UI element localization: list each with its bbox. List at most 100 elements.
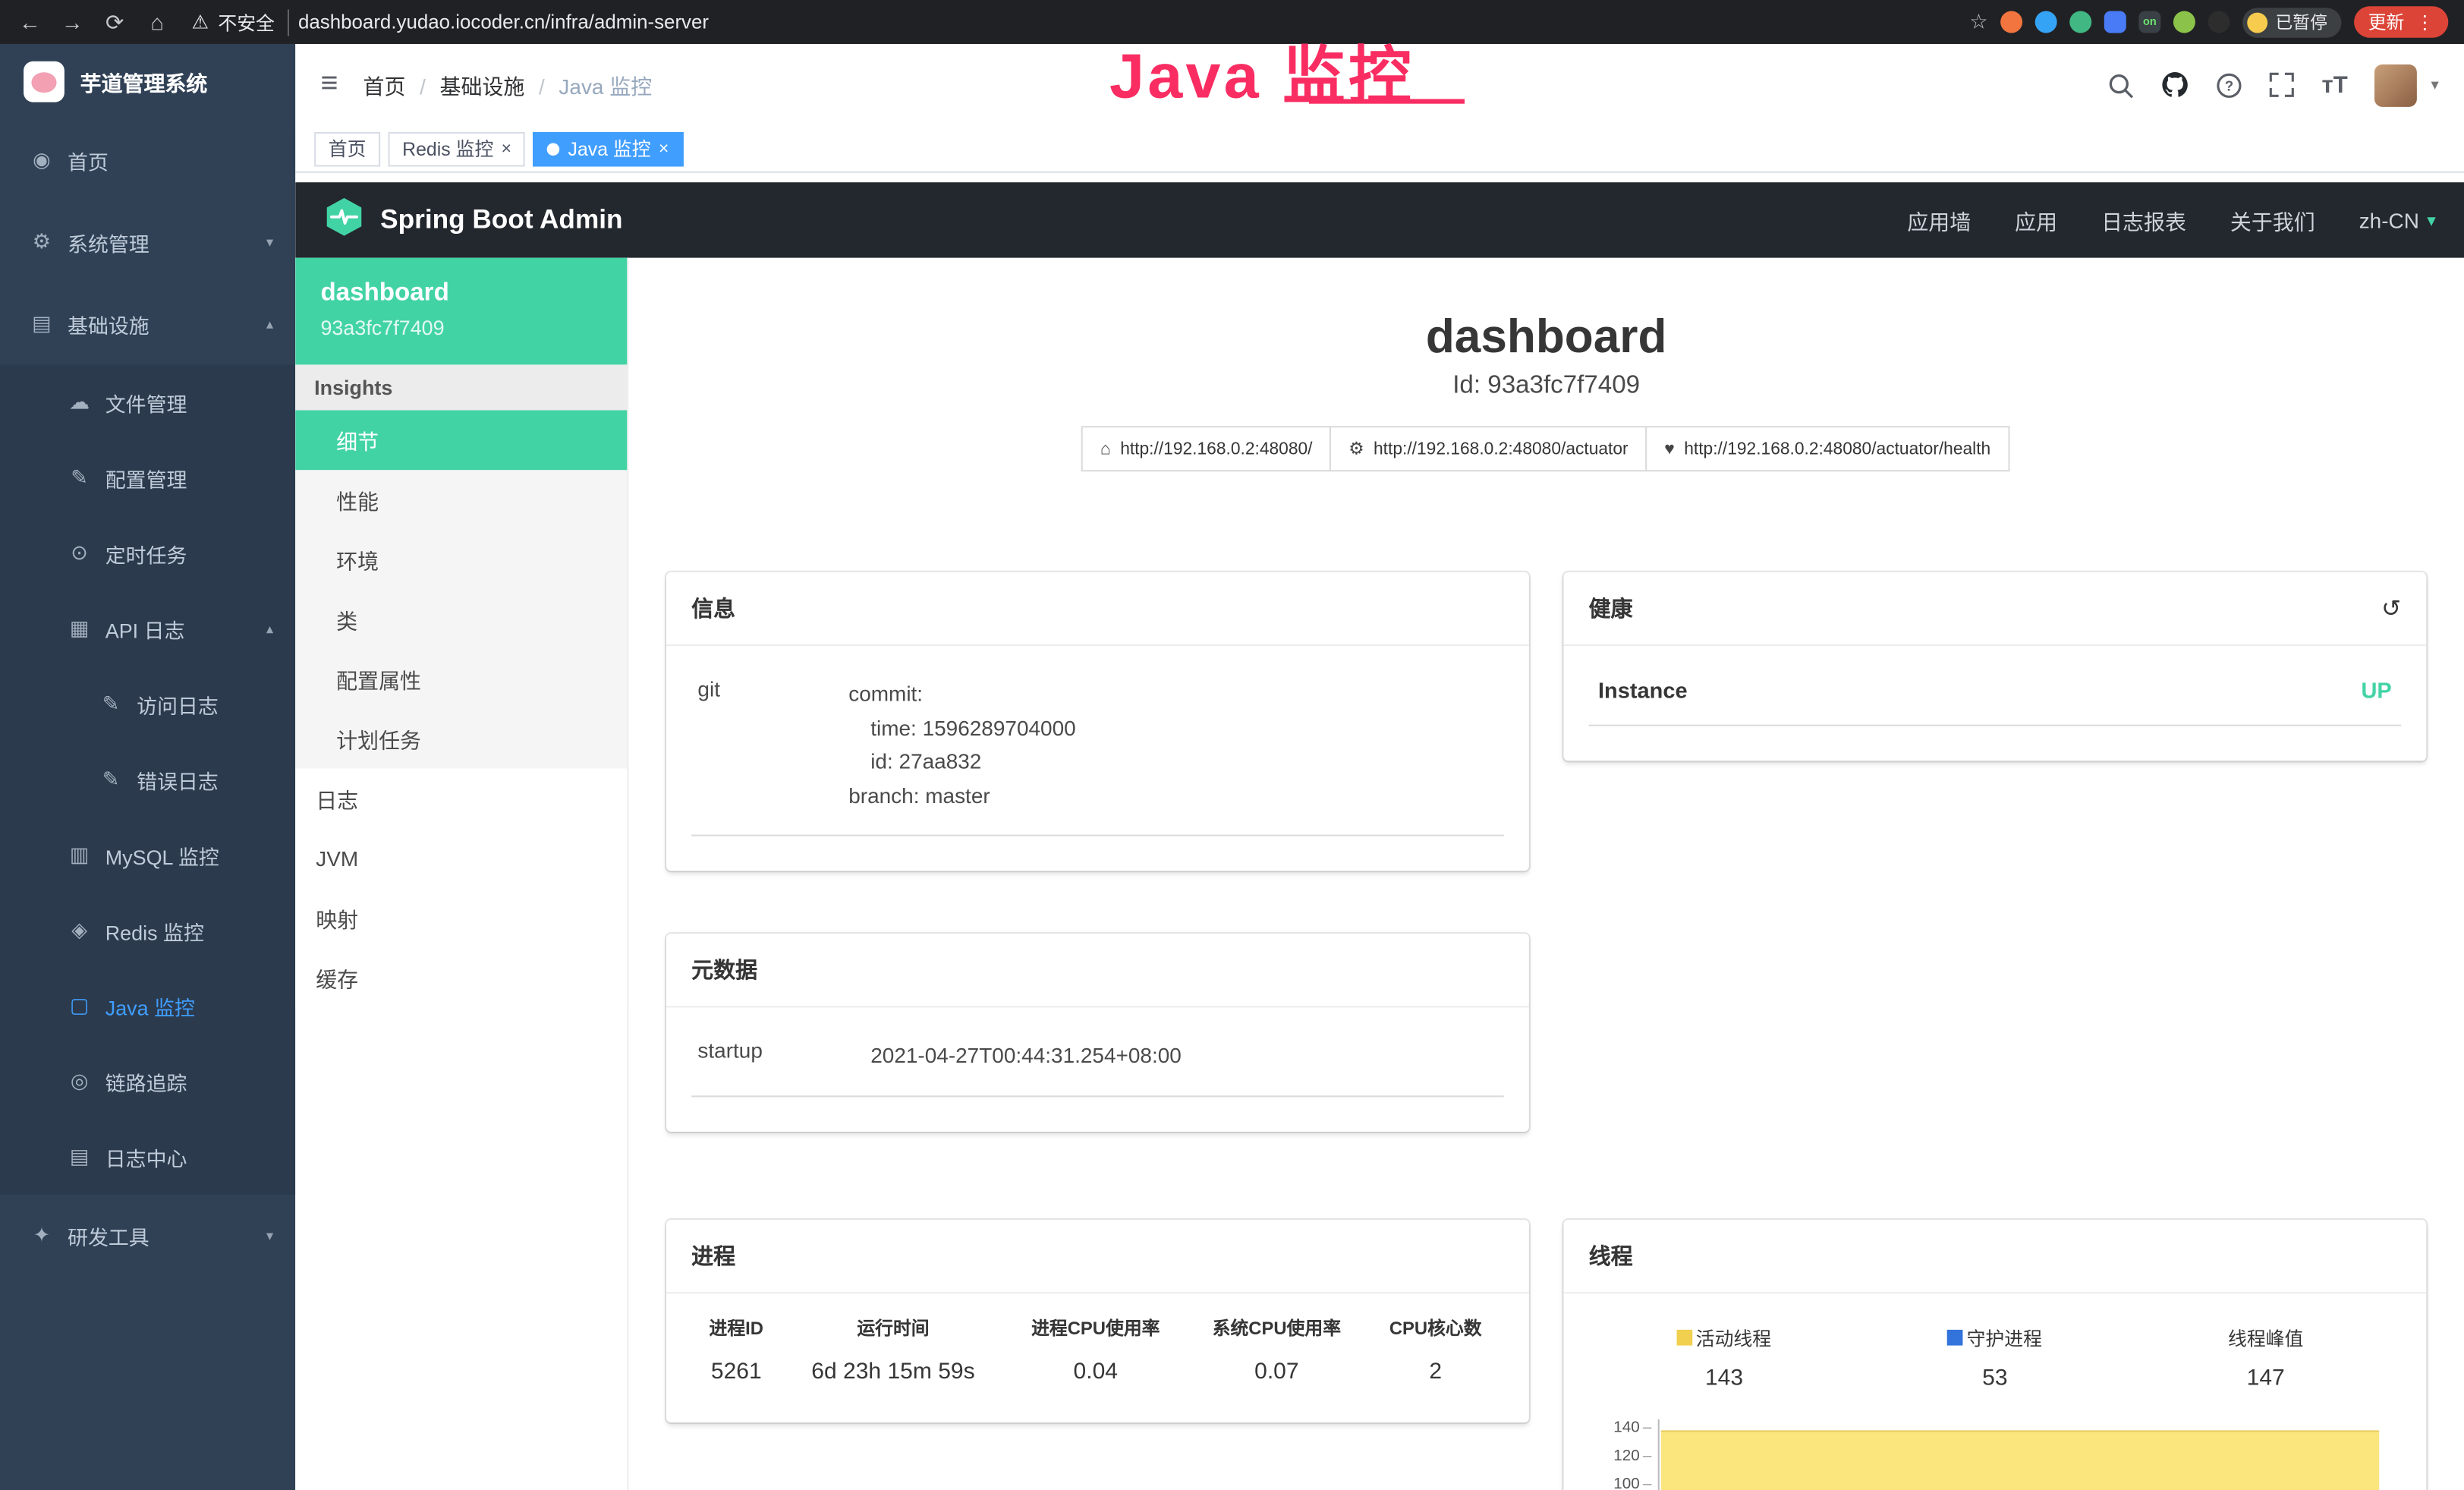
- sidebar-item-mysql-monitor[interactable]: ▥ MySQL 监控: [0, 817, 295, 893]
- instance-service-url[interactable]: ⌂ http://192.168.0.2:48080/: [1081, 426, 1331, 471]
- sidebar-item-home[interactable]: ◉ 首页: [0, 119, 295, 201]
- process-value-cores: 2: [1367, 1350, 1504, 1388]
- link-label: http://192.168.0.2:48080/actuator: [1374, 439, 1629, 458]
- cloud-icon: ☁: [68, 390, 91, 415]
- sidebar-item-redis-monitor[interactable]: ◈ Redis 监控: [0, 893, 295, 968]
- sba-link-wallboard[interactable]: 应用墙: [1907, 204, 1971, 235]
- extension-icon[interactable]: [2208, 11, 2230, 33]
- instance-health-url[interactable]: ♥ http://192.168.0.2:48080/actuator/heal…: [1645, 426, 2009, 471]
- chevron-down-icon[interactable]: ▾: [2431, 76, 2438, 93]
- link-label: http://192.168.0.2:48080/: [1120, 439, 1312, 458]
- sba-link-applications[interactable]: 应用: [2015, 204, 2057, 235]
- sba-instance-name: dashboard: [320, 280, 602, 308]
- monitor-icon: ▢: [68, 994, 91, 1019]
- close-icon[interactable]: ×: [502, 139, 511, 158]
- sba-item-config-props[interactable]: 配置属性: [295, 649, 627, 709]
- sba-brand[interactable]: Spring Boot Admin: [380, 204, 622, 235]
- fullscreen-icon[interactable]: [2270, 72, 2295, 97]
- address-bar[interactable]: ⚠ 不安全 dashboard.yudao.iocoder.cn/infra/a…: [185, 8, 1955, 35]
- profile-avatar-icon: [2247, 12, 2267, 33]
- info-key: git: [697, 678, 848, 814]
- sidebar-item-scheduled-tasks[interactable]: ⊙ 定时任务: [0, 515, 295, 591]
- bookmark-star-icon[interactable]: ☆: [1969, 9, 1987, 34]
- sba-item-metrics[interactable]: 性能: [295, 470, 627, 530]
- sidebar-item-access-logs[interactable]: ✎ 访问日志: [0, 666, 295, 742]
- svg-text:?: ?: [2226, 77, 2234, 93]
- help-icon[interactable]: ?: [2217, 71, 2243, 98]
- sidebar-item-java-monitor[interactable]: ▢ Java 监控: [0, 969, 295, 1044]
- app-sidebar: 芋道管理系统 ◉ 首页 ⚙ 系统管理 ▾ ▤ 基础设施 ▴ ☁ 文件管理: [0, 44, 295, 1490]
- sba-item-mappings[interactable]: 映射: [295, 888, 627, 948]
- metadata-key: startup: [697, 1040, 870, 1074]
- sidebar-item-api-logs[interactable]: ▦ API 日志 ▴: [0, 591, 295, 666]
- sba-locale-select[interactable]: zh-CN ▾: [2359, 208, 2436, 232]
- sba-item-logs[interactable]: 日志: [295, 769, 627, 829]
- sba-link-about[interactable]: 关于我们: [2230, 204, 2315, 235]
- browser-menu-icon[interactable]: ⋮: [2415, 11, 2434, 33]
- sba-item-details[interactable]: 细节: [295, 410, 627, 470]
- extension-icon[interactable]: [2173, 11, 2195, 33]
- sidebar-item-config-management[interactable]: ✎ 配置管理: [0, 440, 295, 515]
- hamburger-icon[interactable]: ≡: [320, 68, 338, 102]
- instance-actuator-url[interactable]: ⚙ http://192.168.0.2:48080/actuator: [1330, 426, 1647, 471]
- extension-icon[interactable]: [2069, 11, 2091, 33]
- sidebar-item-log-center[interactable]: ▤ 日志中心: [0, 1119, 295, 1194]
- sidebar-item-label: 日志中心: [105, 1142, 187, 1171]
- home-icon[interactable]: ⌂: [143, 9, 171, 34]
- edit-icon: ✎: [99, 767, 122, 792]
- font-size-icon[interactable]: тT: [2322, 71, 2348, 98]
- sba-item-scheduled-tasks[interactable]: 计划任务: [295, 709, 627, 769]
- sba-link-journal[interactable]: 日志报表: [2101, 204, 2186, 235]
- sidebar-item-dev-tools[interactable]: ✦ 研发工具 ▾: [0, 1195, 295, 1277]
- github-icon[interactable]: [2161, 71, 2189, 99]
- sba-instance-id: 93a3fc7f7409: [320, 316, 602, 339]
- search-icon[interactable]: [2108, 71, 2135, 98]
- extension-icon[interactable]: [2035, 11, 2057, 33]
- extension-icon[interactable]: [2000, 11, 2022, 33]
- sba-item-environment[interactable]: 环境: [295, 530, 627, 590]
- legend-value: 143: [1589, 1366, 1860, 1391]
- chevron-up-icon: ▴: [266, 315, 273, 332]
- instance-subtitle: Id: 93a3fc7f7409: [666, 373, 2426, 401]
- metadata-card-title: 元数据: [666, 934, 1529, 1008]
- tab-home[interactable]: 首页: [314, 131, 380, 166]
- active-dot-icon: [548, 142, 561, 155]
- browser-update-button[interactable]: 更新 ⋮: [2354, 6, 2448, 37]
- health-card: 健康 ↺ Instance UP: [1563, 572, 2426, 761]
- sba-logo-icon: [324, 196, 365, 244]
- sba-item-caches[interactable]: 缓存: [295, 948, 627, 1008]
- sba-item-classes[interactable]: 类: [295, 590, 627, 650]
- sidebar-item-label: MySQL 监控: [105, 840, 219, 870]
- forward-icon[interactable]: →: [58, 9, 87, 34]
- close-icon[interactable]: ×: [659, 139, 669, 158]
- sba-item-jvm[interactable]: JVM: [295, 828, 627, 888]
- update-label: 更新: [2368, 9, 2405, 34]
- breadcrumb-item-infrastructure[interactable]: 基础设施: [440, 69, 545, 100]
- sba-insights-group: 细节 性能 环境 类 配置属性 计划任务: [295, 410, 627, 768]
- url-text: dashboard.yudao.iocoder.cn/infra/admin-s…: [298, 11, 709, 33]
- extension-icon[interactable]: [2104, 11, 2126, 33]
- user-avatar[interactable]: [2374, 64, 2417, 106]
- reload-icon[interactable]: ⟳: [101, 8, 129, 35]
- sidebar-item-error-logs[interactable]: ✎ 错误日志: [0, 742, 295, 817]
- profile-paused-badge[interactable]: 已暂停: [2242, 7, 2341, 36]
- sidebar-item-label: API 日志: [105, 614, 185, 644]
- sidebar-item-label: 链路追踪: [105, 1066, 187, 1096]
- history-icon[interactable]: ↺: [2381, 594, 2401, 622]
- clock-icon: ⊙: [68, 540, 91, 565]
- tab-java-monitor[interactable]: Java 监控 ×: [533, 131, 683, 166]
- gear-icon: ⚙: [30, 229, 53, 254]
- log-icon: ▦: [68, 616, 91, 641]
- sidebar-item-system-management[interactable]: ⚙ 系统管理 ▾: [0, 201, 295, 283]
- back-icon[interactable]: ←: [16, 9, 44, 34]
- extension-on-icon[interactable]: on: [2138, 11, 2160, 33]
- sba-instance-block[interactable]: dashboard 93a3fc7f7409: [295, 258, 627, 365]
- infrastructure-icon: ▤: [30, 311, 53, 336]
- sidebar-item-infrastructure[interactable]: ▤ 基础设施 ▴: [0, 283, 295, 365]
- breadcrumb-item-home[interactable]: 首页: [363, 69, 426, 100]
- sidebar-item-file-management[interactable]: ☁ 文件管理: [0, 364, 295, 439]
- tab-redis-monitor[interactable]: Redis 监控 ×: [389, 131, 526, 166]
- sidebar-item-tracing[interactable]: ◎ 链路追踪: [0, 1044, 295, 1119]
- app-logo-row[interactable]: 芋道管理系统: [0, 44, 295, 119]
- health-status-badge: UP: [2361, 678, 2391, 703]
